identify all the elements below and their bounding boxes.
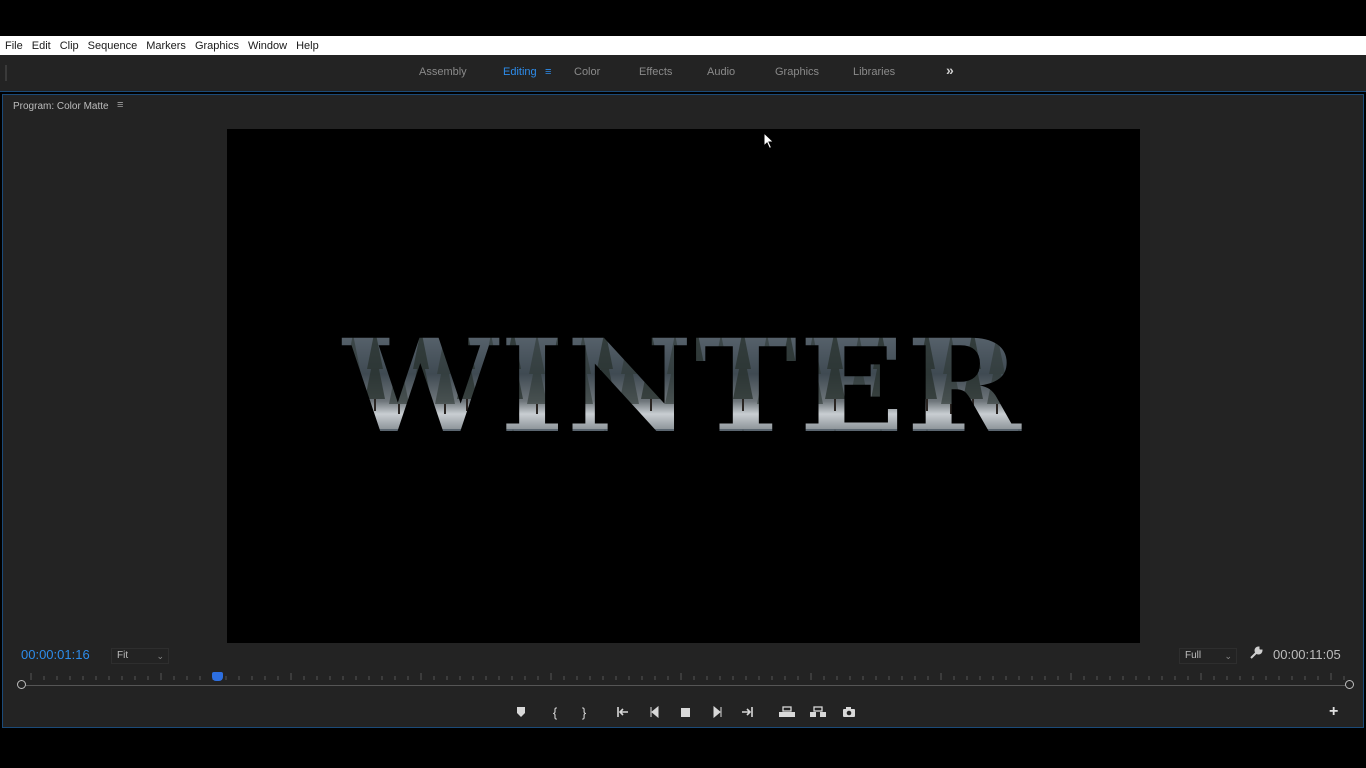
winter-title-text: WINTER	[341, 312, 1023, 462]
go-to-in-button[interactable]	[615, 704, 631, 720]
step-back-button[interactable]	[647, 704, 663, 720]
add-marker-button[interactable]	[513, 704, 529, 720]
mark-in-icon: {	[552, 704, 558, 720]
menu-edit[interactable]: Edit	[31, 40, 52, 52]
menu-file[interactable]: File	[4, 40, 24, 52]
extract-icon	[810, 706, 826, 717]
chevron-down-icon: ⌄	[1224, 651, 1232, 661]
go-to-out-button[interactable]	[739, 704, 755, 720]
current-timecode[interactable]: 00:00:01:16	[21, 647, 90, 662]
camera-icon	[843, 707, 855, 717]
mark-out-icon: }	[581, 704, 587, 720]
workspace-menu-icon[interactable]: ≡	[545, 66, 551, 78]
mark-out-button[interactable]: }	[576, 704, 592, 720]
time-ruler[interactable]	[17, 669, 1354, 695]
tab-color[interactable]: Color	[574, 66, 600, 78]
extract-button[interactable]	[809, 704, 827, 720]
go-to-out-icon	[742, 707, 753, 717]
video-preview[interactable]: WINTER	[227, 129, 1140, 643]
marker-icon	[517, 707, 525, 717]
lift-button[interactable]	[778, 704, 796, 720]
chevron-down-icon: ⌄	[156, 651, 164, 661]
stop-icon	[680, 707, 690, 717]
step-forward-button[interactable]	[709, 704, 725, 720]
menu-bar: File Edit Clip Sequence Markers Graphics…	[0, 36, 1366, 55]
tab-graphics[interactable]: Graphics	[775, 66, 819, 78]
panel-title: Program: Color Matte	[13, 101, 109, 112]
zoom-handle-left[interactable]	[17, 680, 26, 689]
top-black-bar	[0, 0, 1366, 36]
bottom-black-bar	[0, 729, 1366, 768]
tab-editing[interactable]: Editing	[503, 66, 537, 78]
resolution-value: Full	[1185, 650, 1202, 661]
step-forward-icon	[713, 706, 722, 718]
double-chevron-right-icon[interactable]: »	[946, 62, 954, 78]
menu-markers[interactable]: Markers	[145, 40, 187, 52]
winter-title-frame: WINTER	[341, 312, 1023, 462]
panel-grip[interactable]	[5, 65, 7, 81]
playhead[interactable]	[212, 672, 223, 681]
program-monitor-panel: Program: Color Matte ≡ WINTER 00:00:01:1…	[2, 94, 1364, 728]
lift-icon	[779, 706, 795, 717]
workspace-bar: Assembly Editing ≡ Color Effects Audio G…	[0, 55, 1366, 92]
wrench-icon[interactable]	[1249, 646, 1263, 660]
duration-timecode: 00:00:11:05	[1273, 647, 1341, 662]
tab-effects[interactable]: Effects	[639, 66, 672, 78]
go-to-in-icon	[617, 707, 628, 717]
tab-audio[interactable]: Audio	[707, 66, 735, 78]
menu-window[interactable]: Window	[247, 40, 288, 52]
button-editor-add-icon[interactable]: +	[1329, 703, 1338, 721]
tab-assembly[interactable]: Assembly	[419, 66, 467, 78]
zoom-handle-right[interactable]	[1345, 680, 1354, 689]
export-frame-button[interactable]	[841, 704, 857, 720]
tab-libraries[interactable]: Libraries	[853, 66, 895, 78]
menu-clip[interactable]: Clip	[59, 40, 80, 52]
menu-sequence[interactable]: Sequence	[87, 40, 139, 52]
step-back-icon	[650, 706, 659, 718]
zoom-level-select[interactable]: Fit ⌄	[111, 648, 169, 664]
transport-controls: { } +	[3, 701, 1365, 723]
ruler-line	[23, 685, 1349, 686]
menu-help[interactable]: Help	[295, 40, 320, 52]
mouse-cursor-icon	[763, 132, 775, 150]
menu-graphics[interactable]: Graphics	[194, 40, 240, 52]
panel-menu-icon[interactable]: ≡	[117, 99, 123, 111]
playback-resolution-select[interactable]: Full ⌄	[1179, 648, 1237, 664]
mark-in-button[interactable]: {	[547, 704, 563, 720]
stop-button[interactable]	[677, 704, 693, 720]
zoom-level-value: Fit	[117, 650, 129, 661]
